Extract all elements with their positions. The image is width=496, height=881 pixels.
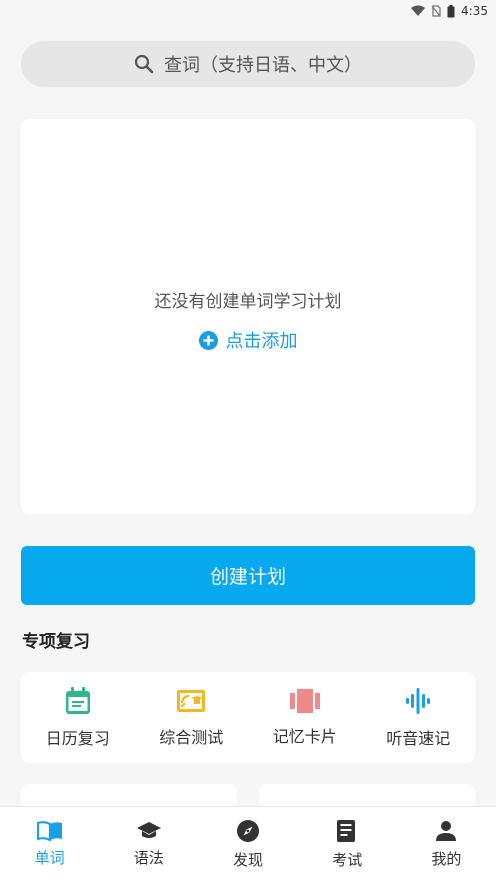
tab-label: 我的: [431, 849, 462, 868]
study-plan-card: 还没有创建单词学习计划 点击添加: [21, 119, 475, 514]
tab-label: 发现: [233, 850, 264, 869]
create-plan-button[interactable]: 创建计划: [21, 546, 475, 605]
tab-grammar[interactable]: 语法: [99, 807, 198, 881]
battery-icon: [447, 4, 455, 17]
tab-words[interactable]: 单词: [0, 807, 99, 881]
tab-label: 单词: [34, 848, 65, 867]
add-plan-label: 点击添加: [225, 331, 298, 352]
review-item-calendar[interactable]: 日历复习: [21, 672, 135, 763]
search-bar[interactable]: 查词（支持日语、中文）: [21, 41, 475, 87]
cast-test-icon: [177, 689, 206, 712]
review-item-cards[interactable]: 记忆卡片: [248, 672, 362, 763]
empty-plan-text: 还没有创建单词学习计划: [154, 292, 342, 312]
person-icon: [436, 820, 457, 841]
review-item-label: 综合测试: [159, 727, 224, 747]
exam-paper-icon: [337, 819, 356, 842]
review-item-label: 日历复习: [45, 728, 110, 748]
tab-exam[interactable]: 考试: [298, 807, 397, 881]
bottom-tab-bar: 单词 语法 发现 考试 我的: [0, 806, 496, 881]
no-sim-icon: [431, 5, 441, 17]
search-icon: [134, 54, 154, 74]
review-item-audio[interactable]: 听音速记: [362, 672, 476, 763]
tab-mine[interactable]: 我的: [397, 807, 496, 881]
search-placeholder: 查词（支持日语、中文）: [164, 55, 362, 76]
tab-discover[interactable]: 发现: [198, 807, 297, 881]
plus-circle-icon: [198, 330, 218, 350]
review-item-label: 听音速记: [386, 728, 451, 748]
tab-label: 语法: [133, 848, 164, 867]
status-bar: 4:35: [0, 0, 496, 22]
calendar-icon: [65, 686, 90, 714]
wifi-icon: [411, 5, 426, 16]
special-review-title: 专项复习: [22, 632, 90, 652]
tab-label: 考试: [332, 850, 363, 869]
add-plan-link[interactable]: 点击添加: [21, 327, 475, 353]
graduation-cap-icon: [136, 821, 161, 838]
status-time: 4:35: [461, 4, 488, 18]
book-icon: [36, 820, 62, 841]
cards-icon: [289, 688, 320, 713]
audio-wave-icon: [406, 687, 431, 714]
special-review-card: 日历复习 综合测试 记忆卡片 听音速记: [21, 672, 475, 763]
review-item-label: 记忆卡片: [272, 726, 337, 746]
review-item-test[interactable]: 综合测试: [135, 672, 249, 763]
compass-icon: [237, 819, 259, 842]
